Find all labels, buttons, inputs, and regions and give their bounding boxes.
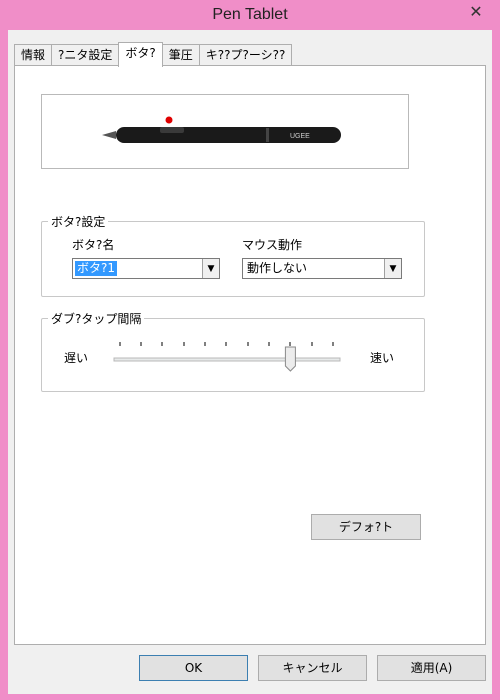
button-name-label: ボタ?名 <box>72 238 115 252</box>
slider-ticks <box>119 342 334 346</box>
double-tap-group: ダブ?タップ間隔 遅い 速い <box>41 310 425 392</box>
double-tap-slider[interactable] <box>112 339 348 379</box>
close-button[interactable]: ✕ <box>458 0 494 22</box>
window-border-bottom <box>0 694 500 700</box>
default-button[interactable]: デフォ?ト <box>311 514 421 540</box>
pen-image: UGEE <box>41 94 409 169</box>
button-name-select[interactable]: ボタ?1 ▼ <box>72 258 220 279</box>
cancel-button[interactable]: キャンセル <box>258 655 367 681</box>
slider-track[interactable] <box>113 357 341 362</box>
button-settings-group: ボタ?設定 ボタ?名 ボタ?1 ▼ マウス動作 動作しない ▼ <box>41 213 425 297</box>
dialog-client-area: 情報 ?ニタ設定 ボタ? 筆圧 キ??プ?ーシ?? UGEE ボタ?設定 ボタ?… <box>8 30 492 694</box>
tab-panel: UGEE ボタ?設定 ボタ?名 ボタ?1 ▼ マウス動作 動作しない ▼ ダブ?… <box>14 65 486 645</box>
button-name-value: ボタ?1 <box>75 261 118 276</box>
double-tap-legend: ダブ?タップ間隔 <box>48 310 145 327</box>
chevron-down-icon[interactable]: ▼ <box>202 259 219 278</box>
button-marker <box>165 116 173 124</box>
mouse-action-select[interactable]: 動作しない ▼ <box>242 258 402 279</box>
pen-illustration: UGEE <box>102 116 341 143</box>
chevron-down-icon[interactable]: ▼ <box>384 259 401 278</box>
mouse-action-value: 動作しない <box>247 261 308 275</box>
tab-info[interactable]: 情報 <box>14 44 53 66</box>
mouse-action-label: マウス動作 <box>242 238 303 252</box>
window-title: Pen Tablet <box>212 6 288 23</box>
slider-thumb[interactable] <box>284 346 296 372</box>
tab-buttons[interactable]: ボタ? <box>118 42 163 67</box>
window-border-left <box>0 30 8 700</box>
tab-strip: 情報 ?ニタ設定 ボタ? 筆圧 キ??プ?ーシ?? <box>14 42 293 67</box>
apply-button[interactable]: 適用(A) <box>377 655 486 681</box>
tab-monitor-settings[interactable]: ?ニタ設定 <box>51 44 120 66</box>
window-border-right <box>492 30 500 700</box>
tab-pen-pressure[interactable]: 筆圧 <box>161 44 200 66</box>
slow-label: 遅い <box>64 351 89 365</box>
button-settings-legend: ボタ?設定 <box>48 213 109 230</box>
fast-label: 速い <box>370 351 395 365</box>
ok-button[interactable]: OK <box>139 655 248 681</box>
tab-key-mapping[interactable]: キ??プ?ーシ?? <box>198 44 293 66</box>
close-icon: ✕ <box>469 1 483 21</box>
pen-brand-label: UGEE <box>290 133 310 140</box>
